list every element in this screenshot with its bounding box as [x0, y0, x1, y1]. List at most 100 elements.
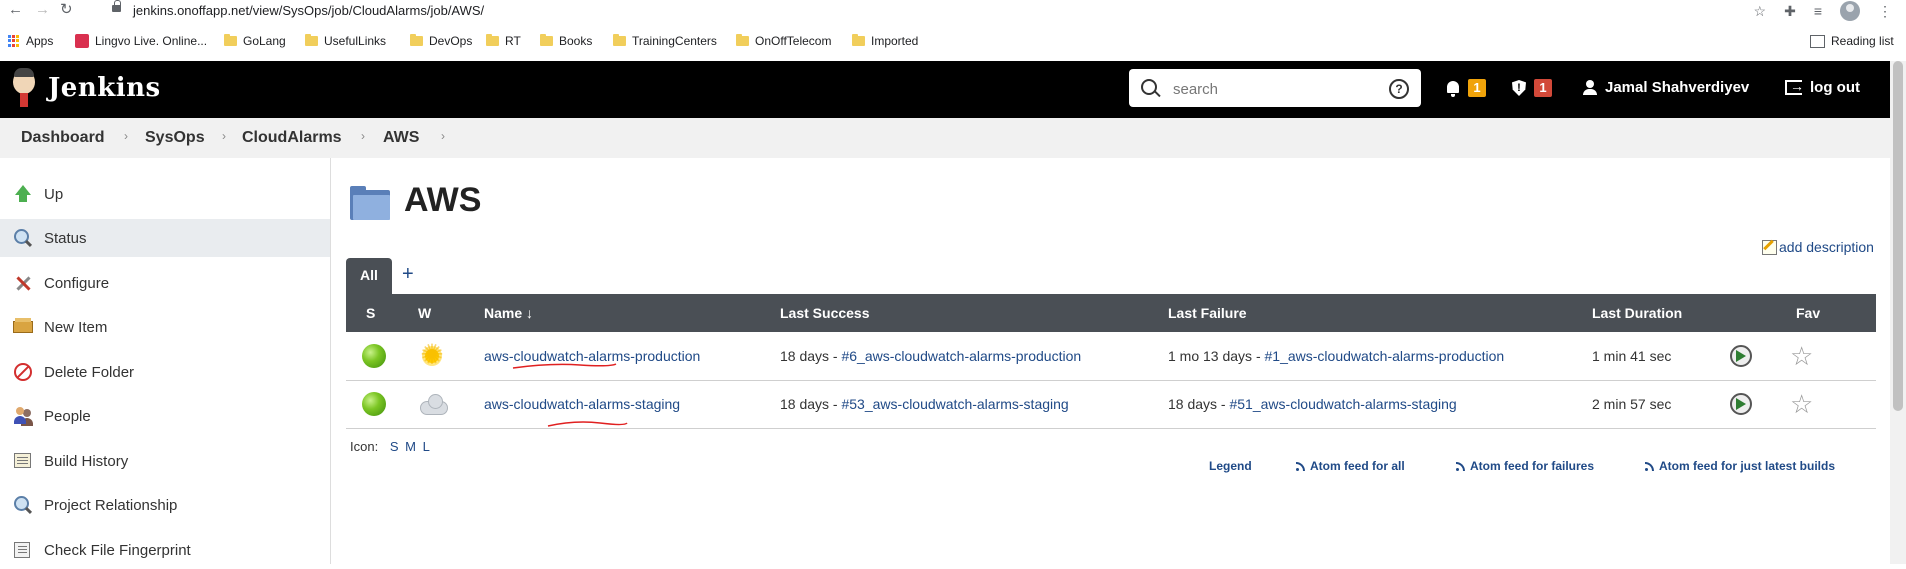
jenkins-title[interactable]: Jenkins: [48, 73, 161, 103]
job-link[interactable]: aws-cloudwatch-alarms-staging: [484, 396, 680, 412]
breadcrumb-dashboard[interactable]: Dashboard: [21, 129, 105, 147]
table-header-row: S W Name ↓ Last Success Last Failure Las…: [346, 294, 1876, 332]
magnifier-icon: [13, 495, 33, 515]
notifications-button[interactable]: 1: [1446, 79, 1486, 97]
extensions-icon[interactable]: ✚: [1784, 3, 1796, 20]
reload-icon[interactable]: ↻: [60, 1, 73, 19]
bookmark-lingvo[interactable]: Lingvo Live. Online...: [75, 34, 207, 48]
bookmark-onofftelecom[interactable]: OnOffTelecom: [736, 34, 831, 48]
sidebar-item-configure[interactable]: Configure: [0, 264, 330, 302]
search-box: ?: [1129, 69, 1421, 107]
sidebar-item-new-item[interactable]: New Item: [0, 308, 330, 346]
edit-icon: [1762, 239, 1777, 255]
menu-icon[interactable]: ⋮: [1878, 3, 1892, 20]
profile-avatar[interactable]: [1840, 1, 1860, 21]
red-underline-annotation: [547, 421, 628, 427]
breadcrumb-sysops[interactable]: SysOps: [145, 129, 205, 147]
last-success-age: 18 days -: [780, 347, 842, 364]
security-button[interactable]: 1: [1512, 79, 1552, 97]
breadcrumb-cloudalarms[interactable]: CloudAlarms: [242, 129, 342, 147]
forward-icon[interactable]: →: [35, 1, 50, 19]
atom-feed-all-link[interactable]: Atom feed for all: [1296, 459, 1405, 473]
sidebar-item-check-file-fingerprint[interactable]: Check File Fingerprint: [0, 531, 330, 569]
favorite-star-icon[interactable]: ☆: [1790, 341, 1813, 371]
bookmark-rt[interactable]: RT: [486, 34, 521, 48]
last-success-build-link[interactable]: #53_aws-cloudwatch-alarms-staging: [841, 396, 1068, 412]
logout-link[interactable]: log out: [1785, 78, 1860, 96]
column-header-last-success[interactable]: Last Success: [780, 294, 1168, 332]
user-name: Jamal Shahverdiyev: [1605, 79, 1750, 96]
breadcrumb-separator-icon[interactable]: ›: [124, 129, 128, 143]
help-icon[interactable]: ?: [1389, 79, 1409, 99]
no-entry-icon: [13, 362, 33, 382]
bookmark-star-icon[interactable]: ☆: [1754, 3, 1767, 20]
user-link[interactable]: Jamal Shahverdiyev: [1583, 79, 1749, 96]
sidebar-item-project-relationship[interactable]: Project Relationship: [0, 486, 330, 524]
page-scrollbar[interactable]: [1890, 61, 1906, 564]
red-underline-annotation: [512, 363, 617, 369]
folder-icon: [350, 186, 390, 220]
atom-feed-latest-link[interactable]: Atom feed for just latest builds: [1645, 459, 1835, 473]
last-failure-build-link[interactable]: #1_aws-cloudwatch-alarms-production: [1265, 348, 1505, 364]
jenkins-header: Jenkins ? 1 1 Jamal Shahverdiyev log out: [0, 61, 1890, 118]
reading-list-icon: [1810, 34, 1825, 48]
folder-icon: [305, 34, 318, 46]
bookmark-devops[interactable]: DevOps: [410, 34, 472, 48]
last-success-age: 18 days -: [780, 396, 842, 412]
bookmark-apps[interactable]: Apps: [8, 34, 53, 48]
bookmark-imported[interactable]: Imported: [852, 34, 918, 48]
schedule-build-icon[interactable]: [1730, 344, 1752, 367]
cloudy-weather-icon[interactable]: [418, 393, 448, 415]
column-header-status[interactable]: S: [346, 294, 404, 332]
tab-all[interactable]: All: [346, 258, 392, 294]
last-failure-age: 1 mo 13 days -: [1168, 347, 1265, 364]
sidebar-item-up[interactable]: Up: [0, 175, 330, 213]
add-view-button[interactable]: +: [402, 263, 414, 286]
favorite-star-icon[interactable]: ☆: [1790, 389, 1813, 419]
search-input[interactable]: [1171, 77, 1375, 101]
column-header-last-duration[interactable]: Last Duration: [1592, 294, 1730, 332]
user-icon: [1583, 80, 1597, 95]
icon-size-large[interactable]: L: [423, 439, 430, 454]
sidebar: Up Status Configure New Item Delete Fold…: [0, 158, 331, 564]
add-description-link[interactable]: add description: [1762, 239, 1874, 255]
breadcrumb-separator-icon[interactable]: ›: [361, 129, 365, 143]
browser-address-bar: ← → ↻ jenkins.onoffapp.net/view/SysOps/j…: [0, 0, 1906, 22]
folder-icon: [410, 34, 423, 46]
back-icon[interactable]: ←: [8, 1, 23, 19]
footer-links: Legend Atom feed for all Atom feed for f…: [0, 459, 1906, 479]
sunny-weather-icon[interactable]: [418, 340, 446, 370]
icon-size-medium[interactable]: M: [405, 439, 416, 454]
last-duration: 2 min 57 sec: [1592, 396, 1672, 412]
reading-list[interactable]: Reading list: [1810, 34, 1894, 48]
scrollbar-thumb[interactable]: [1893, 61, 1903, 411]
schedule-build-icon[interactable]: [1730, 393, 1752, 415]
sidebar-item-delete-folder[interactable]: Delete Folder: [0, 353, 330, 391]
last-failure-build-link[interactable]: #51_aws-cloudwatch-alarms-staging: [1229, 396, 1456, 412]
legend-link[interactable]: Legend: [1209, 459, 1252, 473]
bookmark-usefullinks[interactable]: UsefulLinks: [305, 34, 386, 48]
breadcrumb-aws[interactable]: AWS: [383, 129, 419, 147]
icon-size-small[interactable]: S: [390, 439, 399, 454]
column-header-weather[interactable]: W: [404, 294, 484, 332]
column-header-last-failure[interactable]: Last Failure: [1168, 294, 1592, 332]
success-status-icon[interactable]: [362, 343, 386, 368]
column-header-fav[interactable]: Fav: [1790, 294, 1876, 332]
column-header-name[interactable]: Name ↓: [484, 294, 780, 332]
bookmark-books[interactable]: Books: [540, 34, 592, 48]
last-success-build-link[interactable]: #6_aws-cloudwatch-alarms-production: [841, 348, 1081, 364]
bookmark-golang[interactable]: GoLang: [224, 34, 286, 48]
bookmark-trainingcenters[interactable]: TrainingCenters: [613, 34, 717, 48]
column-header-build: [1730, 294, 1790, 332]
sidebar-item-status[interactable]: Status: [0, 219, 330, 257]
atom-feed-failures-link[interactable]: Atom feed for failures: [1456, 459, 1594, 473]
jenkins-logo-icon[interactable]: [10, 68, 38, 108]
success-status-icon[interactable]: [362, 392, 386, 416]
sidebar-item-people[interactable]: People: [0, 397, 330, 435]
breadcrumb-separator-icon[interactable]: ›: [222, 129, 226, 143]
media-icon[interactable]: ≡: [1814, 3, 1822, 19]
url-field[interactable]: jenkins.onoffapp.net/view/SysOps/job/Clo…: [133, 3, 484, 18]
shield-icon: [1512, 80, 1526, 96]
lock-icon: [112, 0, 121, 12]
breadcrumb-separator-icon[interactable]: ›: [441, 129, 445, 143]
